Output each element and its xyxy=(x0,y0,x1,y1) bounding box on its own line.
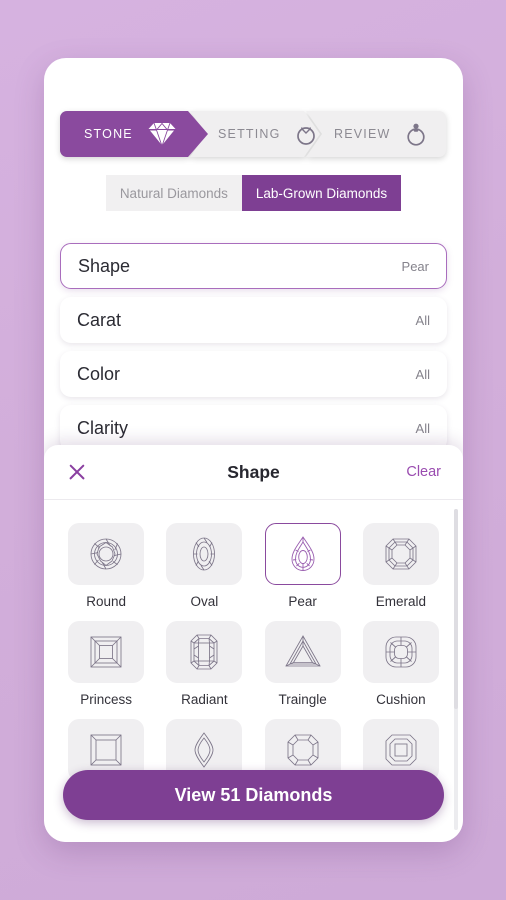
shape-oval-icon xyxy=(193,537,216,571)
filter-row-color[interactable]: Color All xyxy=(60,351,447,397)
shape-label: Round xyxy=(86,594,127,609)
shape-triangle-icon xyxy=(284,635,321,667)
sheet-scrollbar[interactable] xyxy=(454,509,458,830)
filter-clarity-value: All xyxy=(415,420,430,436)
shape-asscher-icon xyxy=(287,734,319,766)
view-diamonds-button[interactable]: View 51 Diamonds xyxy=(63,770,444,820)
shape-tile xyxy=(166,621,243,683)
step-stone-label: STONE xyxy=(84,127,133,141)
progress-stepper: STONE SETTING REVIEW xyxy=(60,111,460,157)
filter-carat-label: Carat xyxy=(77,309,122,330)
filter-carat-value: All xyxy=(415,312,430,328)
shape-option-radiant[interactable]: Radiant xyxy=(160,621,248,707)
filter-color-value: All xyxy=(415,366,430,382)
shape-label: Traingle xyxy=(278,692,327,707)
shape-tile xyxy=(264,523,341,585)
shape-label: Princess xyxy=(80,692,132,707)
sheet-title: Shape xyxy=(227,461,280,482)
diamond-icon xyxy=(147,121,177,147)
filter-shape-label: Shape xyxy=(78,255,131,276)
shape-round-icon xyxy=(90,538,122,570)
shape-tile xyxy=(362,621,439,683)
shape-tile xyxy=(166,523,243,585)
filter-shape-value: Pear xyxy=(401,258,429,274)
app-card: STONE SETTING REVIEW Natural Diamonds La… xyxy=(44,58,463,842)
shape-cushion-icon xyxy=(385,636,417,668)
shape-bottom-sheet: Shape Clear Round Oval Pear Emerald Prin… xyxy=(44,445,463,842)
shape-option-emerald[interactable]: Emerald xyxy=(357,523,445,609)
shape-sq-emerald-icon xyxy=(385,734,417,766)
shape-tile xyxy=(264,621,341,683)
step-review-label: REVIEW xyxy=(334,127,391,141)
shape-tile xyxy=(68,621,145,683)
shape-label: Cushion xyxy=(376,692,426,707)
close-icon[interactable] xyxy=(66,461,88,483)
step-setting[interactable]: SETTING xyxy=(190,111,320,157)
filter-list: Shape Pear Carat All Color All Clarity A… xyxy=(60,243,447,459)
filter-row-shape[interactable]: Shape Pear xyxy=(60,243,447,289)
shape-option-pear[interactable]: Pear xyxy=(259,523,347,609)
shape-grid: Round Oval Pear Emerald Princess Radiant… xyxy=(62,523,445,805)
shape-princess-icon xyxy=(90,636,122,668)
shape-label: Emerald xyxy=(375,594,427,609)
diamond-type-tabs: Natural Diamonds Lab-Grown Diamonds xyxy=(44,175,463,211)
shape-tile xyxy=(362,523,439,585)
ring-solitaire-icon xyxy=(405,120,427,148)
shape-option-oval[interactable]: Oval xyxy=(160,523,248,609)
shape-option-cushion[interactable]: Cushion xyxy=(357,621,445,707)
clear-button[interactable]: Clear xyxy=(406,464,441,480)
step-review[interactable]: REVIEW xyxy=(306,111,446,157)
shape-marquise-icon xyxy=(194,732,214,768)
shape-radiant-icon xyxy=(190,634,218,670)
shape-emerald-icon xyxy=(385,538,417,570)
shape-option-round[interactable]: Round xyxy=(62,523,150,609)
shape-label: Oval xyxy=(190,594,219,609)
step-stone[interactable]: STONE xyxy=(60,111,208,157)
shape-label: Pear xyxy=(288,594,317,609)
ring-band-icon xyxy=(295,121,317,147)
shape-option-princess[interactable]: Princess xyxy=(62,621,150,707)
shape-pear-icon xyxy=(291,536,315,571)
step-setting-label: SETTING xyxy=(218,127,281,141)
filter-clarity-label: Clarity xyxy=(77,417,129,438)
shape-tile xyxy=(68,523,145,585)
sheet-scrollbar-thumb[interactable] xyxy=(454,509,458,709)
tab-lab-grown-diamonds[interactable]: Lab-Grown Diamonds xyxy=(241,175,402,211)
shape-option-triangle[interactable]: Traingle xyxy=(259,621,347,707)
shape-square-icon xyxy=(90,734,122,766)
tab-natural-diamonds[interactable]: Natural Diamonds xyxy=(105,175,242,211)
filter-row-carat[interactable]: Carat All xyxy=(60,297,447,343)
shape-label: Radiant xyxy=(181,692,228,707)
filter-color-label: Color xyxy=(77,363,121,384)
sheet-header: Shape Clear xyxy=(44,445,463,500)
